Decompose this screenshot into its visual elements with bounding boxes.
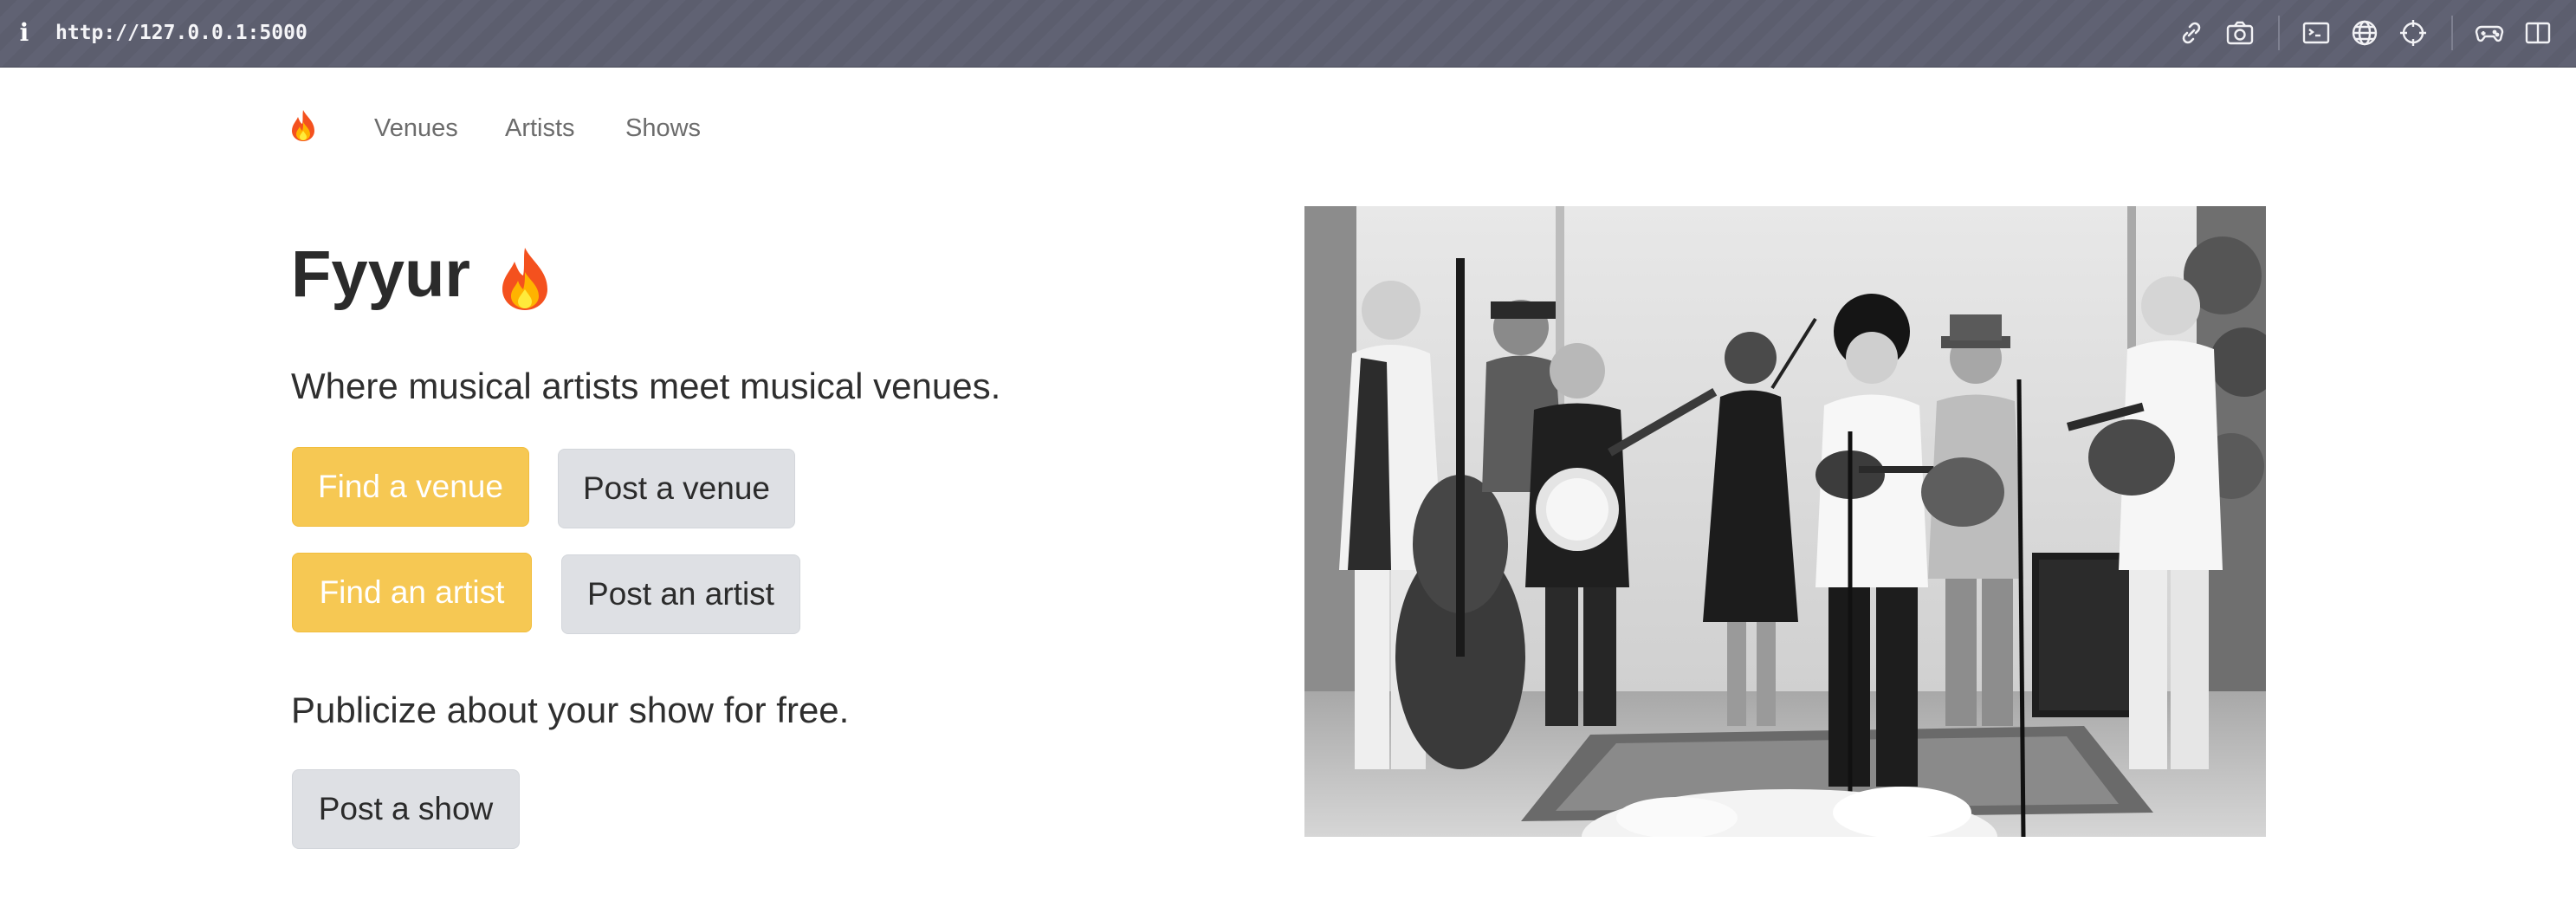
find-venue-button[interactable]: Find a venue xyxy=(292,447,529,527)
tagline: Where musical artists meet musical venue… xyxy=(291,366,1001,406)
post-show-button[interactable]: Post a show xyxy=(292,769,520,849)
nav-link-shows[interactable]: Shows xyxy=(625,113,701,144)
nav-link-venues[interactable]: Venues xyxy=(374,113,458,144)
page-title-text: Fyyur xyxy=(291,237,470,311)
terminal-icon[interactable] xyxy=(2301,17,2332,49)
publicize-text: Publicize about your show for free. xyxy=(291,690,850,730)
toolbar-divider xyxy=(2451,16,2453,50)
browser-toolbar: i http://127.0.0.1:5000 xyxy=(0,0,2576,68)
page-title: Fyyur xyxy=(291,236,553,314)
toolbar-divider xyxy=(2278,16,2280,50)
post-artist-button[interactable]: Post an artist xyxy=(561,554,800,634)
nav-link-artists[interactable]: Artists xyxy=(505,113,575,144)
hero-image xyxy=(1304,206,2266,837)
find-artist-button[interactable]: Find an artist xyxy=(292,553,532,632)
sidebar-icon[interactable] xyxy=(2522,17,2553,49)
band-photo xyxy=(1304,206,2266,837)
brand-logo-link[interactable] xyxy=(289,109,317,152)
gamepad-icon[interactable] xyxy=(2474,17,2505,49)
address-bar-url[interactable]: http://127.0.0.1:5000 xyxy=(55,19,307,47)
camera-icon[interactable] xyxy=(2224,17,2256,49)
fire-emoji-icon xyxy=(502,247,548,310)
fire-emoji-icon xyxy=(292,110,314,141)
link-icon[interactable] xyxy=(2176,17,2207,49)
crosshair-icon[interactable] xyxy=(2398,17,2429,49)
info-icon[interactable]: i xyxy=(16,19,33,47)
globe-icon[interactable] xyxy=(2349,17,2380,49)
post-venue-button[interactable]: Post a venue xyxy=(558,449,795,528)
